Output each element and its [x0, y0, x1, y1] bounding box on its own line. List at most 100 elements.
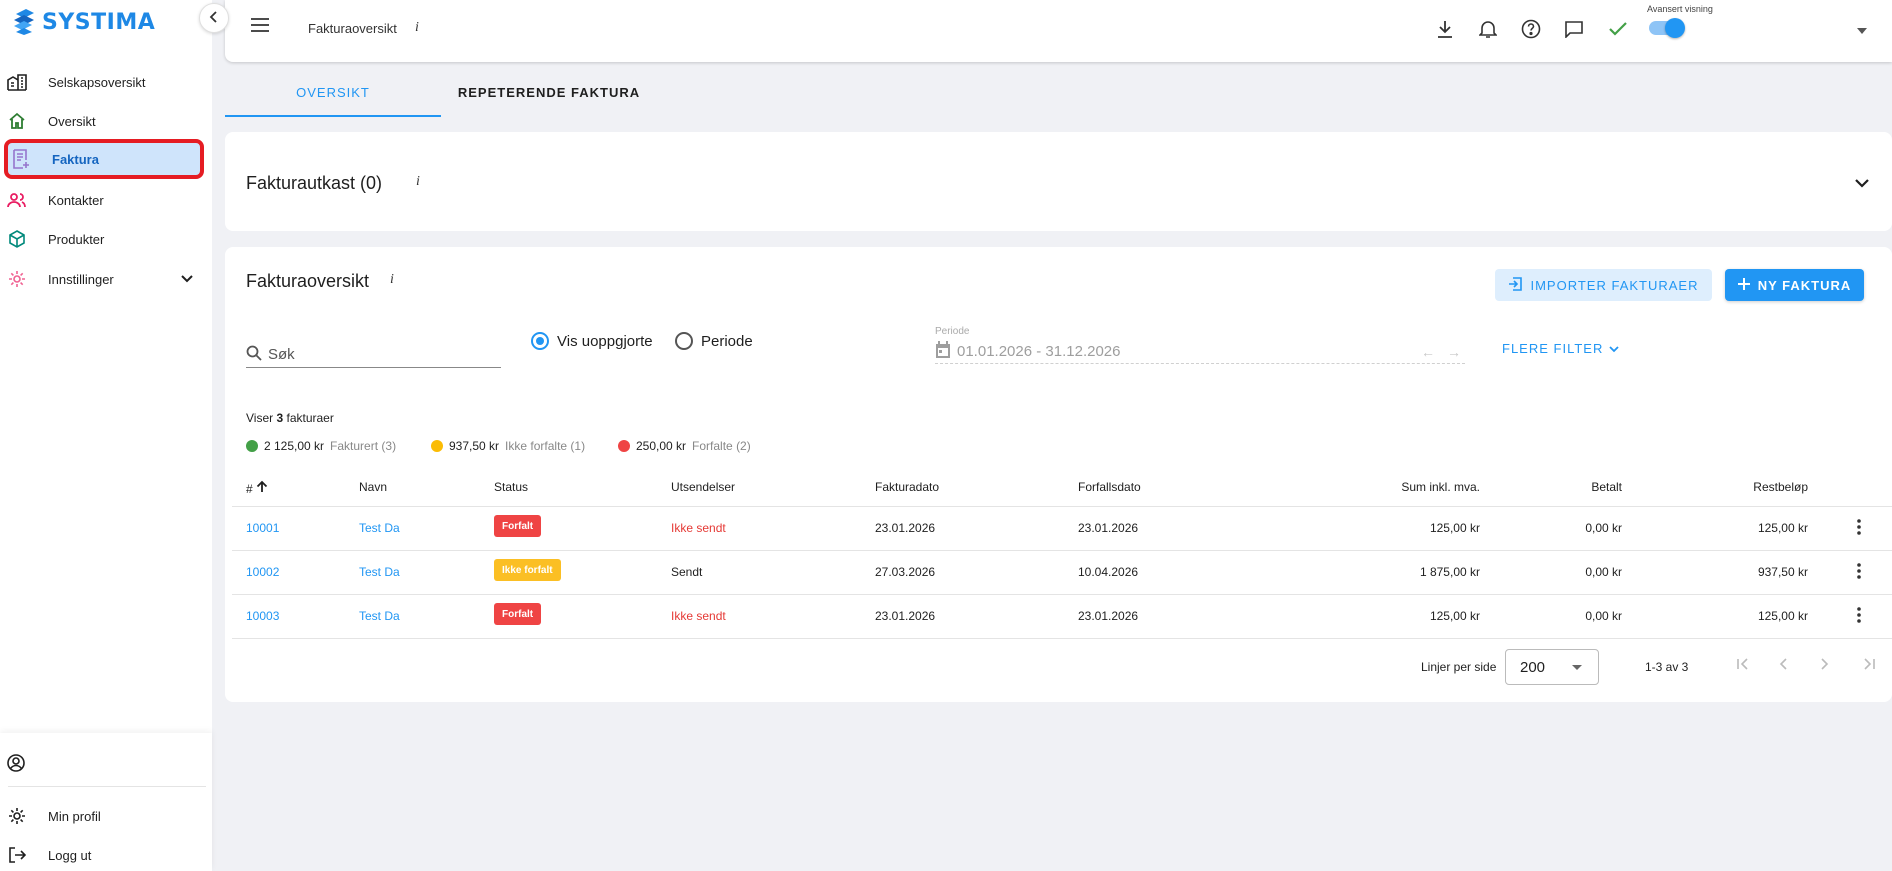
customer-name-link[interactable]: Test Da: [359, 565, 400, 579]
tab-repeterende-faktura[interactable]: REPETERENDE FAKTURA: [441, 85, 657, 117]
column-header-paid[interactable]: Betalt: [1522, 480, 1622, 494]
first-page-icon[interactable]: [1736, 657, 1750, 674]
divider: [8, 786, 206, 787]
tab-oversikt[interactable]: OVERSIKT: [225, 85, 441, 117]
menu-icon[interactable]: [251, 18, 269, 35]
radio-periode[interactable]: Periode: [675, 332, 753, 350]
info-icon[interactable]: i: [415, 20, 419, 36]
sending-status: Ikke sendt: [671, 609, 726, 623]
status-dot: [431, 440, 443, 452]
chevron-down-icon[interactable]: [1854, 176, 1870, 191]
more-vert-icon[interactable]: [1857, 607, 1861, 626]
invoice-number-link[interactable]: 10002: [246, 565, 279, 579]
radio-label: Periode: [701, 332, 753, 350]
sidebar-item-faktura[interactable]: Faktura: [4, 139, 204, 179]
arrow-left-icon[interactable]: ←: [1421, 344, 1435, 360]
sidebar-bottom: Min profil Logg ut: [0, 733, 212, 871]
radio-button-unchecked: [675, 332, 693, 350]
new-invoice-button[interactable]: NY FAKTURA: [1725, 269, 1864, 301]
table-row[interactable]: 10001 Test Da Forfalt Ikke sendt 23.01.2…: [232, 506, 1892, 550]
column-header-due-date[interactable]: Forfallsdato: [1078, 480, 1141, 494]
advanced-view-label: Avansert visning: [1647, 4, 1713, 14]
table-row[interactable]: 10003 Test Da Forfalt Ikke sendt 23.01.2…: [232, 594, 1892, 638]
summary-not-due: 937,50 kr Ikke forfalte (1): [431, 439, 585, 453]
sidebar-item-logg-ut[interactable]: Logg ut: [0, 836, 206, 871]
draft-title: Fakturautkast (0): [246, 173, 383, 193]
rest-amount: 125,00 kr: [1757, 609, 1808, 623]
chevron-down-icon: [180, 272, 194, 287]
sidebar-item-innstillinger[interactable]: Innstillinger: [0, 260, 206, 298]
info-icon[interactable]: i: [390, 272, 394, 288]
column-header-invoice-date[interactable]: Fakturadato: [875, 480, 939, 494]
import-invoices-button[interactable]: IMPORTER FAKTURAER: [1495, 269, 1712, 301]
more-filters-label: FLERE FILTER: [1502, 341, 1604, 356]
arrow-right-icon[interactable]: →: [1447, 344, 1461, 360]
logo[interactable]: SYSTIMA: [12, 8, 155, 36]
last-page-icon[interactable]: [1862, 657, 1876, 674]
systima-logo-icon: [14, 9, 34, 35]
draft-card[interactable]: Fakturautkast (0) i: [225, 132, 1892, 231]
user-circle-icon[interactable]: [7, 754, 25, 775]
chevron-left-icon: [209, 10, 219, 26]
check-icon[interactable]: [1605, 16, 1631, 42]
logo-text: SYSTIMA: [42, 9, 156, 35]
sidebar-item-oversikt[interactable]: Oversikt: [0, 102, 206, 140]
status-badge: Forfalt: [494, 515, 542, 537]
sidebar-item-produkter[interactable]: Produkter: [0, 220, 206, 258]
column-header-sendings[interactable]: Utsendelser: [671, 480, 735, 494]
import-label: IMPORTER FAKTURAER: [1530, 277, 1699, 293]
status-dot: [618, 440, 630, 452]
more-filters-button[interactable]: FLERE FILTER: [1502, 341, 1619, 356]
invoice-date: 23.01.2026: [875, 609, 936, 623]
caret-down-icon[interactable]: [1857, 22, 1867, 37]
sidebar-item-label: Logg ut: [48, 847, 92, 863]
table-row[interactable]: 10002 Test Da Ikke forfalt Sendt 27.03.2…: [232, 550, 1892, 594]
period-field[interactable]: 01.01.2026 - 31.12.2026 ← →: [935, 340, 1465, 364]
home-icon: [6, 110, 28, 132]
new-invoice-label: NY FAKTURA: [1757, 277, 1852, 293]
cube-icon: [6, 228, 28, 250]
radio-button-checked: [531, 332, 549, 350]
chat-icon[interactable]: [1561, 16, 1587, 42]
sidebar-item-kontakter[interactable]: Kontakter: [0, 181, 206, 219]
sidebar-item-min-profil[interactable]: Min profil: [0, 797, 206, 835]
column-header-sum[interactable]: Sum inkl. mva.: [1280, 480, 1480, 494]
due-date: 23.01.2026: [1078, 521, 1139, 535]
rows-per-page-select[interactable]: 200: [1505, 649, 1599, 685]
collapse-sidebar-button[interactable]: [199, 3, 229, 33]
column-header-status[interactable]: Status: [494, 480, 528, 494]
more-vert-icon[interactable]: [1857, 563, 1861, 582]
customer-name-link[interactable]: Test Da: [359, 521, 400, 535]
column-header-number[interactable]: #: [246, 480, 268, 496]
sidebar-item-selskapsoversikt[interactable]: Selskapsoversikt: [0, 63, 206, 101]
paid-amount: 0,00 kr: [1585, 565, 1622, 579]
invoice-number-link[interactable]: 10003: [246, 609, 279, 623]
search-field[interactable]: [246, 342, 501, 368]
previous-page-icon[interactable]: [1778, 657, 1788, 674]
bell-icon[interactable]: [1475, 16, 1501, 42]
radio-vis-uoppgjorte[interactable]: Vis uoppgjorte: [531, 332, 653, 350]
download-icon[interactable]: [1432, 16, 1458, 42]
sum-amount: 125,00 kr: [1429, 609, 1480, 623]
summary-overdue: 250,00 kr Forfalte (2): [618, 439, 751, 453]
sum-amount: 125,00 kr: [1429, 521, 1480, 535]
search-icon: [246, 345, 262, 364]
search-input[interactable]: [268, 346, 488, 363]
sidebar: SYSTIMA Selskapsoversikt Oversikt Faktur…: [0, 0, 212, 871]
next-page-icon[interactable]: [1820, 657, 1830, 674]
info-icon[interactable]: i: [416, 174, 420, 190]
caret-down-icon: [1572, 665, 1582, 670]
rows-per-page-value: 200: [1520, 658, 1546, 676]
card-title: Fakturaoversikt: [246, 271, 370, 291]
sidebar-item-label: Faktura: [52, 151, 99, 167]
column-header-rest[interactable]: Restbeløp: [1658, 480, 1808, 494]
import-icon: [1508, 276, 1523, 294]
help-icon[interactable]: [1518, 16, 1544, 42]
radio-label: Vis uoppgjorte: [557, 332, 653, 350]
more-vert-icon[interactable]: [1857, 519, 1861, 538]
advanced-view-toggle[interactable]: [1649, 18, 1685, 38]
invoice-number-link[interactable]: 10001: [246, 521, 279, 535]
customer-name-link[interactable]: Test Da: [359, 609, 400, 623]
column-header-name[interactable]: Navn: [359, 480, 387, 494]
sidebar-item-label: Produkter: [48, 231, 105, 247]
